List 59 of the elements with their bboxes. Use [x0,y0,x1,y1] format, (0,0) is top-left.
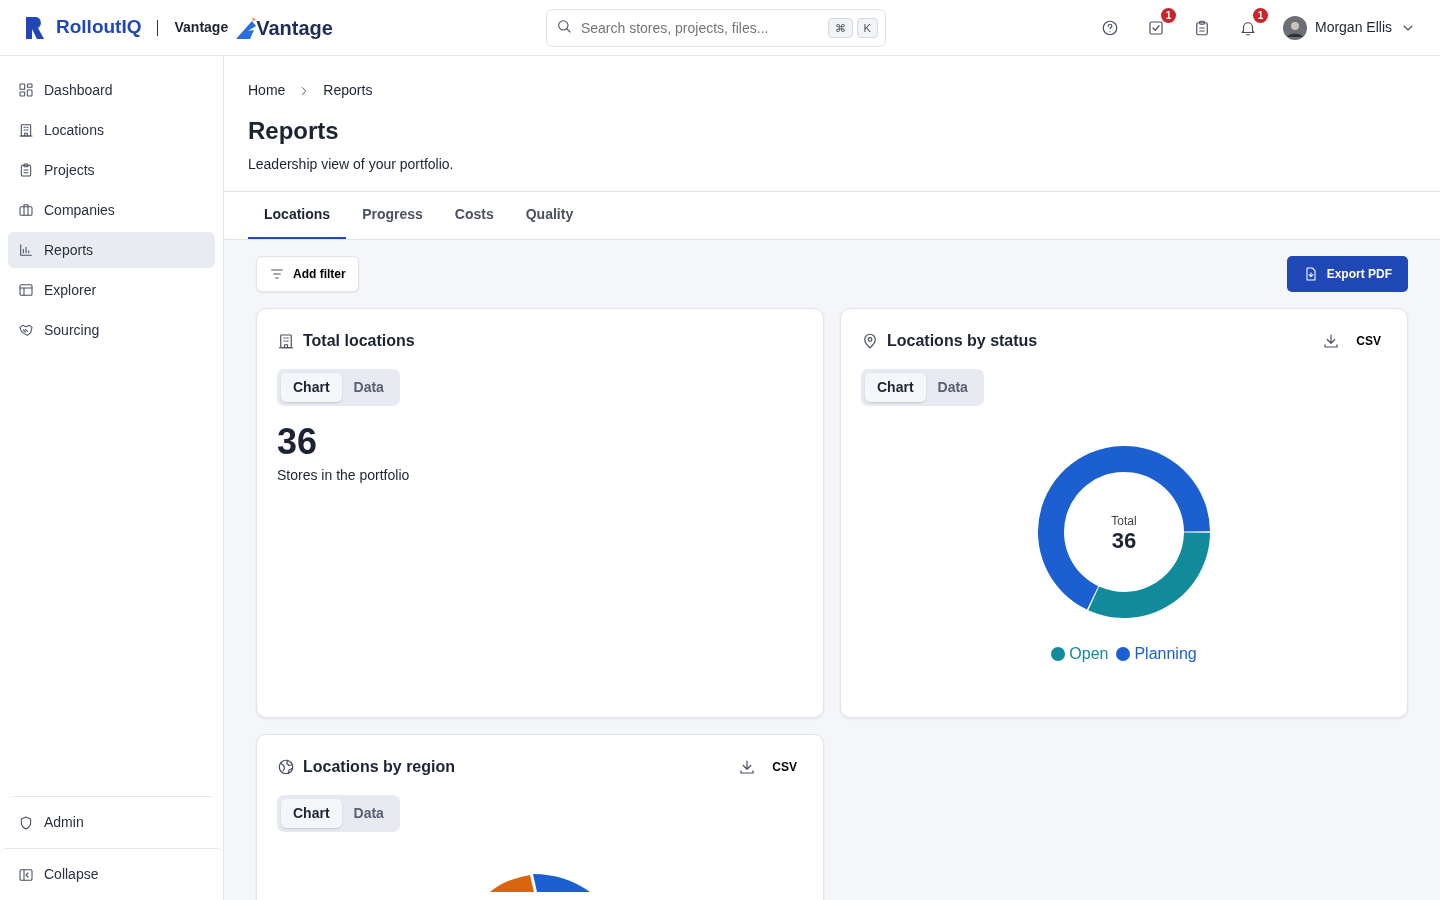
building-icon [18,122,34,138]
notification-badge: 1 [1160,7,1176,23]
stat-value: 36 [277,421,319,462]
add-filter-button[interactable]: Add filter [256,255,359,292]
segment-tab[interactable]: Chart [865,372,926,402]
sidebar-collapse-icon [18,866,34,883]
building-icon [277,331,295,350]
sidebar-item[interactable]: Explorer [8,272,215,308]
legend-label: Planning [1134,643,1197,664]
help-icon [1100,18,1119,37]
csv-download-button[interactable]: CSV [732,756,803,777]
globe-icon [277,757,295,776]
search-icon [555,17,572,34]
sidebar-item[interactable]: Dashboard [8,72,215,108]
bar-chart-icon [18,242,34,258]
tab[interactable]: Locations [248,191,347,239]
tab[interactable]: Quality [509,191,590,239]
checkbox-icon [1146,18,1165,37]
segment-tab[interactable]: Data [341,372,396,402]
card-title: Locations by status [887,330,1038,351]
legend-label: Open [1069,643,1109,664]
tab[interactable]: Progress [346,191,439,239]
brand-name: RolloutIQ [56,15,142,40]
product-name: Vantage [174,18,229,37]
csv-download-button[interactable]: CSV [1316,330,1387,351]
clipboard-icon [18,162,34,178]
stat-caption: Stores in the portfolio [277,466,411,486]
segment-tab[interactable]: Data [925,372,980,402]
sidebar-item[interactable]: Projects [8,152,215,188]
breadcrumb-current: Reports [323,81,373,100]
mountain-logo-icon [236,16,257,39]
logo-text: Vantage [256,15,333,41]
segment-tab[interactable]: Chart [281,372,342,402]
page-subtitle: Leadership view of your portfolio. [248,154,455,174]
sidebar-item[interactable]: Locations [8,112,215,148]
sidebar-item[interactable]: Admin [8,796,215,848]
notification-badge: 1 [1252,7,1268,23]
card-title: Total locations [303,330,415,351]
segment-tab[interactable]: Chart [281,798,342,828]
handshake-icon [18,322,34,338]
dashboard-icon [18,82,34,98]
donut-center-value: 36 [1111,529,1137,552]
sidebar-item[interactable]: Sourcing [8,312,215,348]
segment-tab[interactable]: Data [341,798,396,828]
breadcrumb-link[interactable]: Home [248,80,286,101]
briefcase-icon [18,202,34,218]
export-pdf-button[interactable]: Export PDF [1286,255,1408,292]
avatar[interactable] [1282,15,1307,40]
donut-center-label: Total [1111,512,1137,530]
table-icon [18,282,34,298]
sidebar-item[interactable]: Companies [8,192,215,228]
map-pin-icon [861,331,879,350]
tab[interactable]: Costs [438,191,510,239]
user-name[interactable]: Morgan Ellis [1314,17,1392,38]
sidebar-item[interactable]: Reports [8,232,215,268]
card-title: Locations by region [303,756,455,777]
shield-icon [18,814,34,831]
sidebar-item[interactable]: Collapse [0,848,223,900]
page-title: Reports [248,117,340,146]
